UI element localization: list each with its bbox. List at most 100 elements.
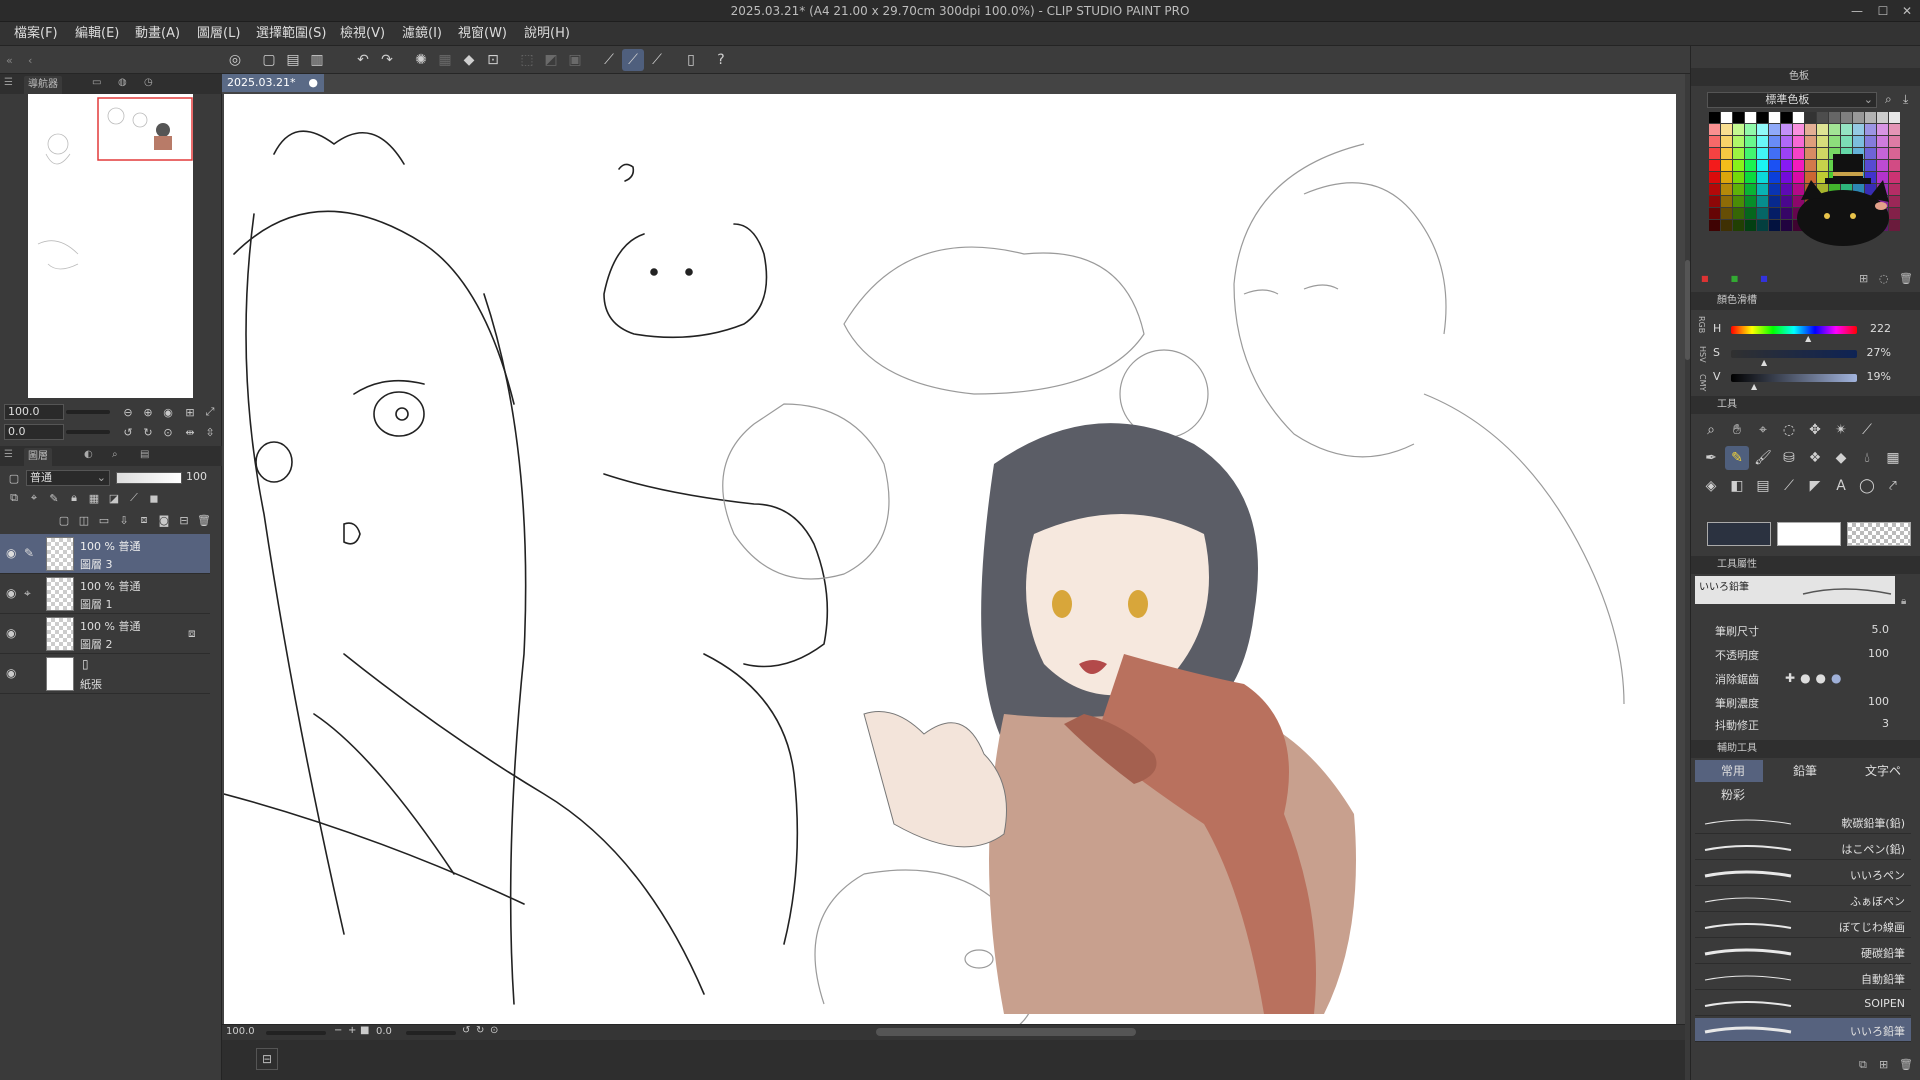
color-swatch[interactable] (1769, 124, 1780, 135)
tab-navigator[interactable]: 導航器 (24, 76, 62, 94)
color-swatch[interactable] (1769, 160, 1780, 171)
color-swatch[interactable] (1733, 196, 1744, 207)
color-swatch[interactable] (1733, 172, 1744, 183)
mask-layer-icon[interactable]: ◙ (156, 512, 172, 528)
color-swatch[interactable] (1757, 160, 1768, 171)
ruler-icon[interactable]: ⟋ (126, 490, 142, 506)
save-icon[interactable]: ▥ (306, 49, 328, 71)
clip-studio-icon[interactable]: ◎ (224, 49, 246, 71)
lock-icon[interactable]: 🔒︎ (1901, 596, 1906, 607)
help-icon[interactable]: ? (710, 49, 732, 71)
color-swatch[interactable] (1853, 136, 1864, 147)
menu-selection[interactable]: 選擇範圍(S) (256, 22, 326, 46)
flip-horizontal-icon[interactable]: ⇹ (182, 424, 198, 440)
color-swatch[interactable] (1721, 184, 1732, 195)
color-swatch[interactable] (1733, 112, 1744, 123)
layer-opacity-slider[interactable] (116, 472, 182, 484)
menu-window[interactable]: 視窗(W) (458, 22, 507, 46)
move-tool-icon[interactable]: ✥ (1803, 418, 1827, 442)
lasso-tool-icon[interactable]: ◌ (1777, 418, 1801, 442)
color-swatch[interactable] (1721, 220, 1732, 231)
hue-slider[interactable] (1731, 326, 1857, 334)
menu-help[interactable]: 說明(H) (524, 22, 570, 46)
color-swatch[interactable] (1769, 208, 1780, 219)
color-swatch[interactable] (1865, 112, 1876, 123)
new-vector-layer-icon[interactable]: ◫ (76, 512, 92, 528)
zoom-out-icon[interactable]: ⊖ (120, 404, 136, 420)
rgb-tab[interactable]: RGB (1697, 316, 1706, 333)
color-swatch[interactable] (1709, 136, 1720, 147)
antialias-medium-icon[interactable]: ● (1816, 671, 1826, 685)
colorset-select[interactable]: 標準色板 ⌄ (1707, 92, 1877, 108)
status-rotation[interactable]: 0.0 (376, 1026, 392, 1037)
clip-lower-layer-icon[interactable]: ⧉ (6, 490, 22, 506)
subtool-group-common[interactable]: 常用 (1695, 760, 1763, 782)
fill-tool-icon[interactable]: ◈ (1699, 474, 1723, 498)
transform-icon[interactable]: ⊡ (482, 49, 504, 71)
antialias-none-icon[interactable]: ✚ (1785, 671, 1795, 685)
saturation-marker-icon[interactable]: ▲ (1761, 358, 1767, 367)
menu-animation[interactable]: 動畫(A) (135, 22, 180, 46)
hue-marker-icon[interactable]: ▲ (1805, 334, 1811, 343)
search-icon[interactable]: ⌕ (1885, 92, 1892, 107)
figure-tool-icon[interactable]: ▤ (1751, 474, 1775, 498)
menu-icon[interactable]: ☰ (4, 449, 13, 460)
status-zoom-slider[interactable] (266, 1031, 326, 1035)
fit-window-icon[interactable]: ⊞ (182, 404, 198, 420)
color-swatch[interactable] (1841, 136, 1852, 147)
menu-edit[interactable]: 編輯(E) (75, 22, 119, 46)
color-swatch[interactable] (1709, 220, 1720, 231)
color-swatch[interactable] (1721, 148, 1732, 159)
color-swatch[interactable] (1745, 220, 1756, 231)
redo-icon[interactable]: ↷ (376, 49, 398, 71)
color-swatch[interactable] (1757, 148, 1768, 159)
color-swatch[interactable] (1709, 112, 1720, 123)
frame-tool-icon[interactable]: ▦ (1881, 446, 1905, 470)
stabilization-value[interactable]: 3 (1882, 717, 1889, 730)
merge-layer-icon[interactable]: ⧈ (136, 512, 152, 528)
brush-size-value[interactable]: 5.0 (1872, 623, 1890, 636)
color-swatch[interactable] (1841, 112, 1852, 123)
color-swatch[interactable] (1709, 184, 1720, 195)
new-file-icon[interactable]: ▢ (258, 49, 280, 71)
rotate-right-icon[interactable]: ↻ (140, 424, 156, 440)
pen-tool-icon[interactable]: ✒ (1699, 446, 1723, 470)
color-swatch[interactable] (1709, 148, 1720, 159)
subtool-group-textpen[interactable]: 文字ペ (1839, 760, 1911, 782)
color-swatch[interactable] (1733, 184, 1744, 195)
color-swatch[interactable] (1721, 208, 1732, 219)
fill-icon[interactable]: ◆ (458, 49, 480, 71)
layer-row-3[interactable]: ◉ ✎ 100 % 普通 圖層 3 (0, 534, 210, 574)
color-swatch[interactable] (1877, 136, 1888, 147)
color-swatch[interactable] (1793, 124, 1804, 135)
menu-filter[interactable]: 濾鏡(I) (402, 22, 442, 46)
color-swatch[interactable] (1757, 196, 1768, 207)
snap-grid-icon[interactable]: ⟋ (646, 49, 668, 71)
color-swatch[interactable] (1817, 124, 1828, 135)
info-tab-icon[interactable]: ◍ (118, 77, 127, 88)
color-swatch[interactable] (1757, 112, 1768, 123)
clear-icon[interactable]: ✺ (410, 49, 432, 71)
color-swatch[interactable] (1757, 172, 1768, 183)
deselect-icon[interactable]: ⬚ (516, 49, 538, 71)
color-swatch[interactable] (1841, 124, 1852, 135)
color-swatch[interactable] (1745, 124, 1756, 135)
delete-subtool-icon[interactable]: 🗑︎ (1899, 1058, 1913, 1071)
clear-outside-icon[interactable]: ▦ (434, 49, 456, 71)
show-selection-icon[interactable]: ▣ (564, 49, 586, 71)
color-swatch[interactable] (1745, 184, 1756, 195)
sub-tool-item[interactable]: ふぁぼペン (1695, 888, 1911, 912)
navigator-rotation-field[interactable]: 0.0 (4, 424, 64, 440)
color-swatch[interactable] (1745, 208, 1756, 219)
airbrush-tool-icon[interactable]: ⛁ (1777, 446, 1801, 470)
eye-icon[interactable]: ◉ (6, 586, 16, 600)
sub-tool-item[interactable]: 軟碳鉛筆(鉛) (1695, 810, 1911, 834)
sub-color-swatch[interactable] (1777, 522, 1841, 546)
copy-subtool-icon[interactable]: ⧉ (1859, 1058, 1867, 1072)
gradient-tool-icon[interactable]: ◧ (1725, 474, 1749, 498)
color-swatch[interactable] (1769, 112, 1780, 123)
arrow-left-icon[interactable]: ‹ (28, 54, 32, 67)
invert-selection-icon[interactable]: ◩ (540, 49, 562, 71)
color-swatch[interactable] (1721, 196, 1732, 207)
color-swatch[interactable] (1853, 112, 1864, 123)
